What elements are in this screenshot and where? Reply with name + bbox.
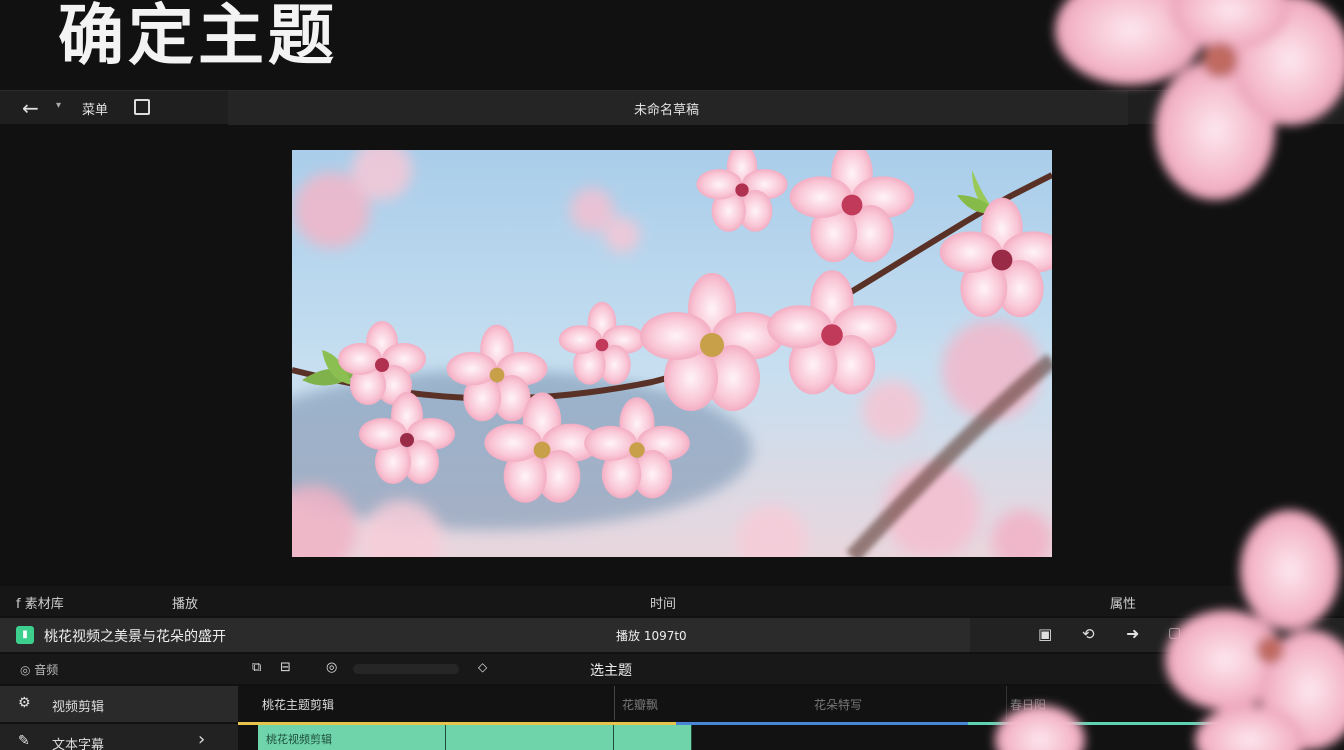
dropdown-caret-icon[interactable]: ▾: [56, 100, 61, 111]
timeline-clip[interactable]: 桃花视频剪辑: [258, 725, 446, 750]
target-icon[interactable]: ◎: [326, 660, 337, 675]
clip-label: 桃花视频剪辑: [266, 733, 332, 746]
sidebar-item-label: 视频剪辑: [52, 700, 105, 715]
zoom-slider[interactable]: [353, 664, 459, 674]
track-line-teal: [968, 722, 1228, 725]
sidebar-item-label: 文本字幕: [52, 738, 105, 750]
page-heading: 确定主题: [58, 0, 338, 74]
audio-label[interactable]: ◎ 音频: [20, 661, 58, 678]
refresh-icon[interactable]: ⟲: [1082, 625, 1095, 643]
back-arrow-icon[interactable]: ←: [22, 96, 39, 120]
panel-labels-row: f 素材库 播放 时间 属性: [0, 586, 1344, 616]
video-preview[interactable]: [292, 150, 1052, 557]
clip-badge: ▮: [16, 626, 34, 644]
clip-duration: 播放 1097t0: [616, 629, 687, 643]
zoom-knob-icon[interactable]: ◇: [478, 660, 487, 674]
share-arrow-icon[interactable]: ➜: [1126, 624, 1139, 643]
timeline-tools-row: ◎ 音频 ⧉ ⊟ ◎ ◇ 选主题: [0, 654, 1344, 684]
label-play[interactable]: 播放: [172, 593, 198, 612]
timeline-segment-1: 桃花主题剪辑: [262, 698, 335, 712]
segment-divider: [614, 686, 615, 720]
sidebar-item-video-edit[interactable]: ⚙ 视频剪辑: [0, 686, 238, 722]
select-theme-label[interactable]: 选主题: [590, 660, 632, 680]
layout-square-icon[interactable]: [134, 99, 150, 115]
sidebar-item-text[interactable]: ✎ 文本字幕 ›: [0, 724, 238, 750]
timeline-clip[interactable]: [446, 725, 614, 750]
top-toolbar: ← ▾ 菜单 未命名草稿: [0, 90, 1344, 125]
label-time[interactable]: 时间: [650, 593, 676, 612]
timeline-segment-3: 花朵特写: [814, 698, 863, 712]
blossom-scene: [292, 150, 1052, 557]
crop-icon[interactable]: ⊟: [280, 660, 291, 675]
segment-divider: [1006, 686, 1007, 720]
timeline-clip[interactable]: [614, 725, 692, 750]
label-properties[interactable]: 属性: [1110, 593, 1136, 612]
export-icon[interactable]: ▢: [1168, 625, 1181, 641]
clip-info-row: ▮ 桃花视频之美景与花朵的盛开 播放 1097t0 ▣ ⟲ ➜ ▢: [0, 618, 1344, 652]
track-line-blue: [676, 722, 968, 725]
timeline-segment-2: 花瓣飘: [622, 698, 659, 712]
video-edit-icon: ⚙: [18, 695, 31, 711]
clip-name: 桃花视频之美景与花朵的盛开: [44, 629, 226, 645]
save-icon[interactable]: ▣: [1038, 625, 1052, 643]
label-media[interactable]: f 素材库: [16, 593, 64, 612]
project-title: 未命名草稿: [634, 103, 700, 118]
split-icon[interactable]: ⧉: [252, 660, 261, 675]
menu-label[interactable]: 菜单: [82, 99, 108, 118]
timeline-segment-4: 春日阳: [1010, 698, 1047, 712]
chevron-right-icon[interactable]: ›: [198, 729, 205, 750]
text-tool-icon: ✎: [18, 733, 30, 749]
